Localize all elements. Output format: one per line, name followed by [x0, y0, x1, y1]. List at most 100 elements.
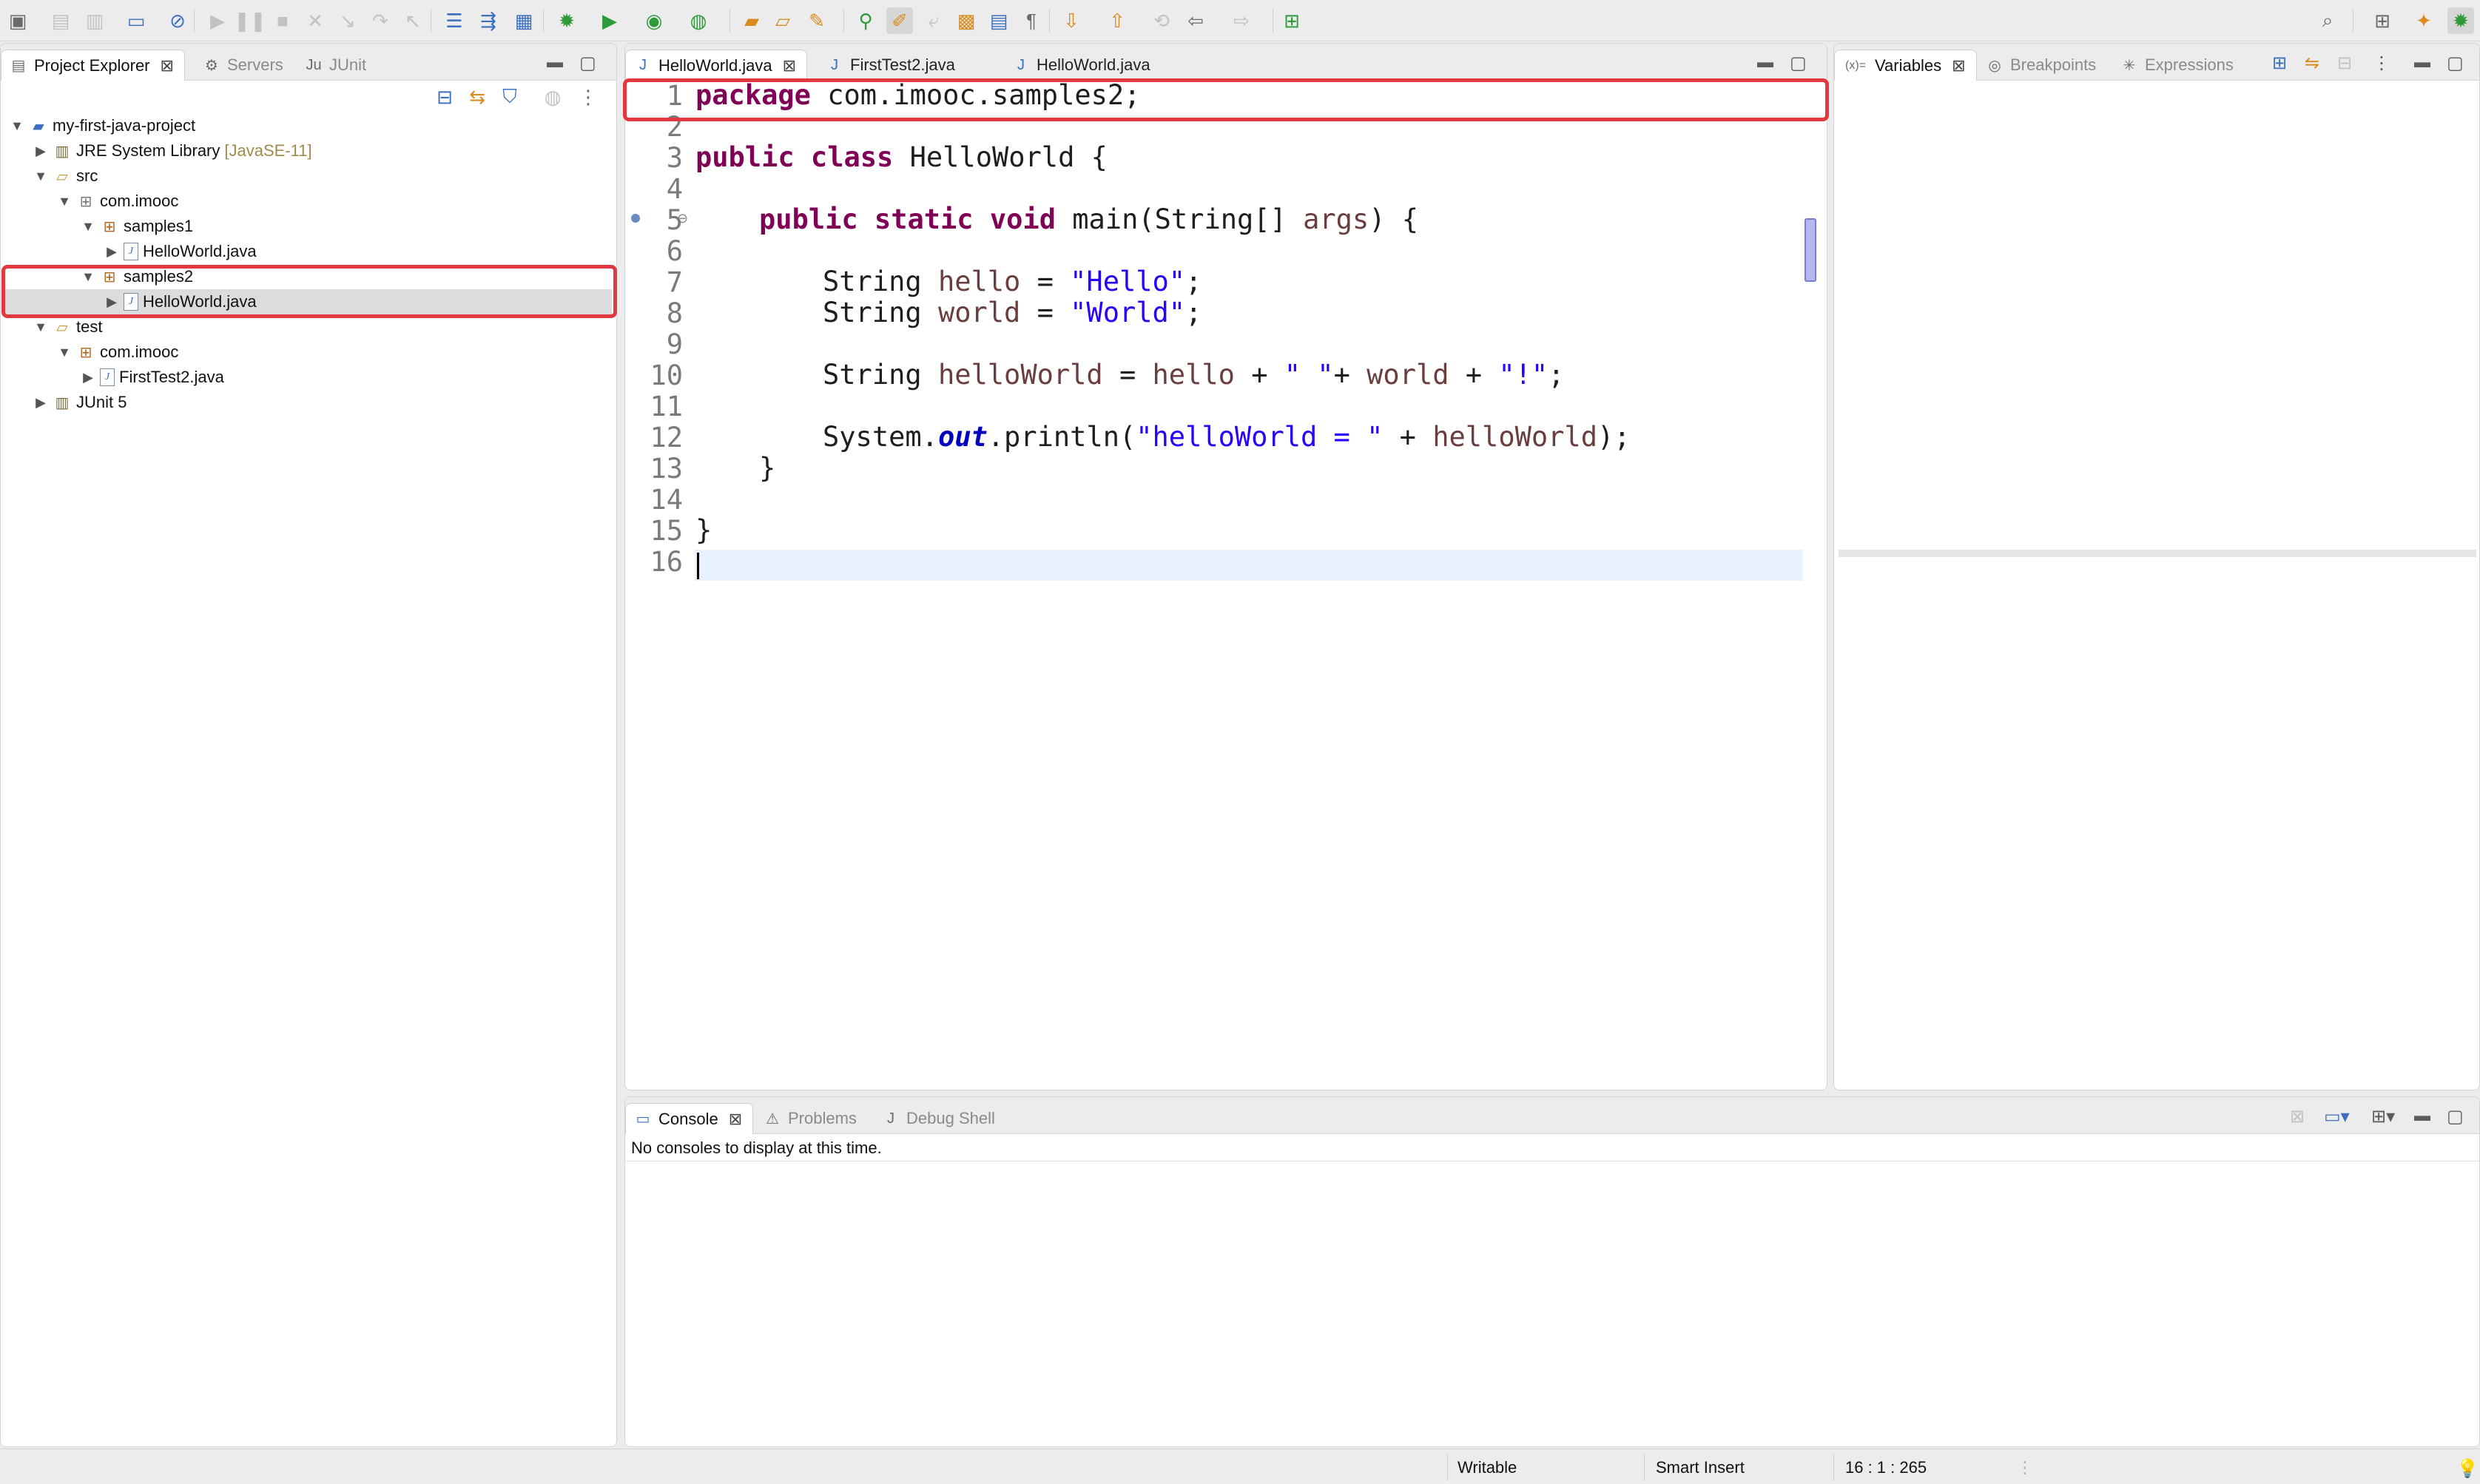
code-line-10[interactable]: String helloWorld = hello + " "+ world +… — [823, 360, 1564, 391]
lightbulb-icon[interactable]: 💡 — [2456, 1458, 2479, 1480]
display-console-icon[interactable]: ▭▾ — [2324, 1106, 2350, 1127]
suspend-icon[interactable]: ❚❚ — [234, 7, 266, 34]
close-icon[interactable]: ⊠ — [783, 56, 796, 75]
print-icon[interactable]: ▭ — [123, 7, 149, 34]
link-with-editor-icon[interactable]: ⇆ — [464, 84, 491, 110]
code-line-8[interactable]: String world = "World"; — [823, 297, 1202, 328]
show-whitespace-icon[interactable]: ▤ — [985, 7, 1012, 34]
run-icon[interactable]: ▶ — [596, 7, 623, 34]
expanded-icon[interactable]: ▼ — [81, 219, 95, 235]
tab-breakpoints[interactable]: ◎ Breakpoints — [1985, 50, 2096, 81]
show-logical-structure-icon[interactable]: ⇋ — [2305, 53, 2319, 74]
focus-icon[interactable]: ◍ — [539, 84, 566, 110]
collapse-all-icon[interactable]: ⊟ — [2337, 53, 2352, 74]
maximize-icon[interactable]: ▢ — [2447, 1106, 2464, 1127]
tree-item-java-file[interactable]: ▶ J HelloWorld.java — [104, 239, 257, 264]
collapsed-icon[interactable]: ▶ — [33, 395, 48, 411]
step-return-icon[interactable]: ↖ — [400, 7, 426, 34]
back-icon[interactable]: ⇦ — [1182, 7, 1209, 34]
view-menu-icon[interactable]: ⋮ — [575, 84, 602, 110]
minimize-icon[interactable]: ▬ — [2414, 1106, 2430, 1125]
maximize-icon[interactable]: ▢ — [1790, 53, 1807, 74]
expanded-icon[interactable]: ▼ — [57, 345, 72, 360]
tab-firsttest2[interactable]: J FirstTest2.java — [825, 50, 955, 81]
tab-helloworld-active[interactable]: J HelloWorld.java ⊠ — [625, 50, 808, 81]
block-selection-icon[interactable]: ▩ — [953, 7, 980, 34]
java-perspective-icon[interactable]: ✦ — [2410, 7, 2437, 34]
resume-icon[interactable]: ▶ — [204, 7, 231, 34]
open-console-icon[interactable]: ⊞▾ — [2371, 1106, 2395, 1127]
pin-editor-icon[interactable]: ⊞ — [1278, 7, 1305, 34]
maximize-icon[interactable]: ▢ — [2447, 53, 2464, 74]
pin-console-icon[interactable]: ⊠ — [2290, 1106, 2305, 1127]
expanded-icon[interactable]: ▼ — [10, 118, 24, 134]
expanded-icon[interactable]: ▼ — [33, 320, 48, 335]
use-step-filters-icon[interactable]: ⇶ — [475, 7, 502, 34]
tab-expressions[interactable]: ✳ Expressions — [2120, 50, 2234, 81]
tab-variables[interactable]: (x)= Variables ⊠ — [1834, 50, 1977, 81]
tab-junit[interactable]: Ju JUnit — [304, 50, 366, 81]
maximize-icon[interactable]: ▢ — [579, 53, 596, 74]
code-line-13[interactable]: } — [759, 453, 775, 484]
collapse-all-icon[interactable]: ⊟ — [431, 84, 458, 110]
expanded-icon[interactable]: ▼ — [33, 169, 48, 184]
close-icon[interactable]: ⊠ — [1952, 56, 1965, 75]
external-tools-icon[interactable]: ▦ — [511, 7, 537, 34]
disconnect-icon[interactable]: ✕ — [302, 7, 328, 34]
open-type-icon[interactable]: ⚲ — [852, 7, 879, 34]
code-line-7[interactable]: String hello = "Hello"; — [823, 266, 1202, 297]
tree-item-package[interactable]: ▼ ⊞ com.imooc — [57, 340, 178, 365]
expanded-icon[interactable]: ▼ — [57, 194, 72, 209]
forward-icon[interactable]: ⇨ — [1228, 7, 1255, 34]
minimize-icon[interactable]: ▬ — [2414, 53, 2430, 72]
tab-project-explorer[interactable]: ▤ Project Explorer ⊠ — [1, 50, 185, 81]
step-into-icon[interactable]: ↘ — [334, 7, 361, 34]
step-over-icon[interactable]: ↷ — [367, 7, 394, 34]
tree-item-package[interactable]: ▼ ⊞ samples1 — [81, 214, 193, 239]
coverage-icon[interactable]: ◉ — [641, 7, 667, 34]
next-annotation-icon[interactable]: ⇩ — [1058, 7, 1085, 34]
close-icon[interactable]: ⊠ — [729, 1110, 742, 1129]
details-pane-sash[interactable] — [1839, 550, 2476, 557]
code-line-5[interactable]: public static void main(String[] args) { — [759, 204, 1418, 235]
tab-problems[interactable]: ⚠ Problems — [763, 1103, 857, 1134]
close-icon[interactable]: ⊠ — [161, 56, 174, 75]
previous-annotation-icon[interactable]: ⇧ — [1104, 7, 1131, 34]
collapsed-icon[interactable]: ▶ — [33, 144, 48, 159]
tree-item-jre-library[interactable]: ▶ ▥ JRE System Library [JavaSE-11] — [33, 138, 312, 163]
tab-debug-shell[interactable]: J Debug Shell — [881, 1103, 995, 1134]
tab-servers[interactable]: ⚙ Servers — [202, 50, 283, 81]
tab-helloworld-other[interactable]: J HelloWorld.java — [1011, 50, 1150, 81]
collapsed-icon[interactable]: ▶ — [81, 370, 95, 385]
show-type-names-icon[interactable]: ⊞ — [2272, 53, 2287, 74]
code-line-12[interactable]: System.out.println("helloWorld = " + hel… — [823, 422, 1631, 453]
tree-item-src[interactable]: ▼ ▱ src — [33, 163, 98, 189]
save-all-icon[interactable]: ▥ — [81, 7, 108, 34]
save-icon[interactable]: ▤ — [47, 7, 74, 34]
skip-breakpoints-icon[interactable]: ⊘ — [164, 7, 191, 34]
open-perspective-icon[interactable]: ⊞ — [2369, 7, 2396, 34]
new-java-project-icon[interactable]: ▰ — [738, 7, 765, 34]
filter-icon[interactable]: ⛉ — [496, 84, 523, 110]
tree-item-project[interactable]: ▼ ▰ my-first-java-project — [10, 113, 195, 138]
search-icon[interactable]: ⌕ — [2314, 7, 2341, 34]
code-line-15[interactable]: } — [695, 515, 712, 546]
tree-item-junit-library[interactable]: ▶ ▥ JUnit 5 — [33, 390, 127, 415]
new-package-icon[interactable]: ▱ — [769, 7, 796, 34]
new-class-icon[interactable]: ✎ — [803, 7, 830, 34]
debug-perspective-icon[interactable]: ✹ — [2447, 7, 2474, 34]
toggle-mark-occurrences-icon[interactable]: ✐ — [886, 7, 913, 34]
collapsed-icon[interactable]: ▶ — [104, 244, 119, 260]
terminate-icon[interactable]: ■ — [269, 7, 296, 34]
tree-item-java-file[interactable]: ▶ J FirstTest2.java — [81, 365, 224, 390]
tree-item-package[interactable]: ▼ ⊞ com.imooc — [57, 189, 178, 214]
insert-mode-status[interactable]: Smart Insert — [1656, 1458, 1745, 1477]
view-menu-icon[interactable]: ⋮ — [2373, 53, 2390, 74]
code-line-3[interactable]: public class HelloWorld { — [695, 142, 1108, 173]
run-last-tool-icon[interactable]: ◍ — [685, 7, 712, 34]
new-wizard-icon[interactable]: ▣ — [4, 7, 31, 34]
minimize-icon[interactable]: ▬ — [547, 53, 563, 72]
minimize-icon[interactable]: ▬ — [1757, 53, 1773, 72]
pilcrow-icon[interactable]: ¶ — [1018, 7, 1045, 34]
tab-console[interactable]: ▭ Console ⊠ — [625, 1103, 754, 1134]
